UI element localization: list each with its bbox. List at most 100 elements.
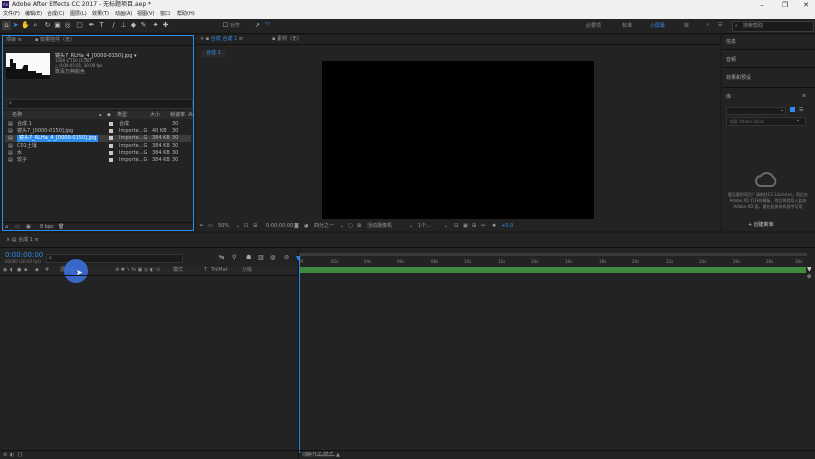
grid-icon[interactable]: ⊞ xyxy=(253,221,257,231)
fit-icon[interactable]: ⊡ xyxy=(244,221,248,231)
list-item[interactable]: ▤ 饺子 Importe...G 384 KB 30 xyxy=(5,157,191,164)
timeline-timecode[interactable]: 0:00:00:00 xyxy=(5,251,43,259)
always-preview-icon[interactable]: ⚭ xyxy=(199,221,203,231)
pan-behind-tool-icon[interactable]: ◎ xyxy=(63,21,72,30)
column-fps[interactable]: 帧速率 xyxy=(170,111,185,119)
pin-tool-icon[interactable]: ✚ xyxy=(161,21,170,30)
column-trkmat[interactable]: TrkMat xyxy=(211,266,228,274)
viewer-timecode[interactable]: 0:00:00:00 xyxy=(266,221,293,231)
eraser-tool-icon[interactable]: ◆ xyxy=(129,21,138,30)
lock-icon[interactable]: ▪ xyxy=(24,266,27,274)
menu-view[interactable]: 视图(V) xyxy=(137,10,154,19)
pen-tool-icon[interactable]: ✒ xyxy=(87,21,96,30)
column-options-icon[interactable]: ⁂ xyxy=(188,111,193,119)
menu-help[interactable]: 帮助(H) xyxy=(177,10,195,19)
snap-checkbox-icon[interactable]: ☐ xyxy=(221,21,230,30)
library-panel-label[interactable]: 库 xyxy=(726,93,731,100)
library-dropdown[interactable] xyxy=(726,107,786,115)
flowchart-icon[interactable]: ⚯ xyxy=(481,221,485,231)
panel-menu-icon[interactable]: ≡ xyxy=(802,93,806,99)
workspace-libraries[interactable]: 库 xyxy=(684,22,689,29)
resolution-dropdown[interactable]: 四分之一 xyxy=(314,221,334,231)
effect-controls-tab[interactable]: ▪ 效果控件（无） xyxy=(35,36,75,45)
comp-marker-bin-icon[interactable]: ▼ xyxy=(807,266,812,273)
puppet-tool-icon[interactable]: ✦ xyxy=(151,21,160,30)
layer-switches-icons[interactable]: ⊕ ✱ ∖ fx ▣ ◎ ◐ ⊙ xyxy=(115,266,160,274)
footage-tab[interactable]: ▪ 素材（无） xyxy=(272,35,302,44)
video-eye-icon[interactable]: ◉ xyxy=(3,266,7,274)
reset-exposure-icon[interactable]: ✹ xyxy=(492,221,496,231)
chevron-down-icon[interactable]: ⌄ xyxy=(444,221,448,231)
roto-brush-tool-icon[interactable]: ✎ xyxy=(139,21,148,30)
timeline-tab[interactable]: × ▤ 合成 1 ≡ xyxy=(6,236,39,245)
column-name[interactable]: 名称 xyxy=(12,111,22,119)
rename-field[interactable]: 镜头7_RLHa_4_[0000-0150].jpg xyxy=(17,135,99,142)
column-parent[interactable]: 父级 xyxy=(242,266,252,274)
shy-layers-icon[interactable]: ☗ xyxy=(246,254,251,261)
layer-switches-pane-icon[interactable]: ⚙ xyxy=(3,451,7,459)
label-icon[interactable]: ◆ xyxy=(35,266,39,274)
zoom-dropdown[interactable]: 50% xyxy=(218,221,229,231)
zoom-out-icon[interactable]: ⊖ xyxy=(305,451,309,459)
list-item[interactable]: ▤ C01土壤 Importe...G 384 KB 30 xyxy=(5,143,191,150)
time-ruler[interactable]: 0f 02s 04s 06s 08s 10s 12s 14s 16s 18s 2… xyxy=(299,259,807,267)
column-type[interactable]: 类型 xyxy=(117,111,127,119)
brush-tool-icon[interactable]: ∕ xyxy=(109,21,118,30)
toggle-pixel-aspect-icon[interactable]: ⊟ xyxy=(454,221,458,231)
camera-dropdown[interactable]: 活动摄像机 xyxy=(367,221,392,231)
modes-pane-icon[interactable]: ◐ xyxy=(10,451,14,459)
hand-tool-icon[interactable]: ✋ xyxy=(21,21,30,30)
frame-blending-icon[interactable]: ▥ xyxy=(258,254,264,261)
clone-stamp-tool-icon[interactable]: ⊥ xyxy=(119,21,128,30)
chevron-down-icon[interactable]: ⌄ xyxy=(780,107,784,113)
info-panel-item[interactable]: 信息 xyxy=(726,38,736,45)
chevron-down-icon[interactable]: ⌄ xyxy=(340,221,344,231)
column-mode[interactable]: 模式 xyxy=(173,266,183,274)
graph-editor-icon[interactable]: ⊘ xyxy=(284,254,289,261)
composition-breadcrumb[interactable]: 合成 1 xyxy=(202,50,225,57)
views-dropdown[interactable]: 1个... xyxy=(418,221,431,231)
snapshot-icon[interactable]: ◙ xyxy=(294,221,299,231)
library-search-input[interactable]: 搜索 Adobe Stock xyxy=(726,117,806,126)
menu-file[interactable]: 文件(F) xyxy=(3,10,20,19)
exposure-value[interactable]: +0.0 xyxy=(501,221,513,231)
motion-blur-icon[interactable]: ◍ xyxy=(270,254,275,261)
new-composition-icon[interactable]: ▣ xyxy=(26,223,31,232)
rotate-tool-icon[interactable]: ↻ xyxy=(43,21,52,30)
composition-viewer[interactable] xyxy=(322,61,594,219)
timeline-icon[interactable]: ⊞ xyxy=(472,221,476,231)
list-item-selected[interactable]: ▤ 镜头7_RLHa_4_[0000-0150].jpg Importe...G… xyxy=(5,135,191,142)
home-icon[interactable]: ⌂ xyxy=(2,21,11,30)
column-size[interactable]: 大小 xyxy=(150,111,160,119)
interpret-footage-icon[interactable]: ⌂ xyxy=(5,223,8,232)
effects-presets-item[interactable]: 效果和预设 xyxy=(726,74,751,81)
menu-window[interactable]: 窗口 xyxy=(160,10,170,19)
snap-option-icon[interactable]: ↗ xyxy=(253,21,262,30)
list-item[interactable]: ▤ 合成 1 合成 30 xyxy=(5,121,191,128)
type-tool-icon[interactable]: T xyxy=(97,21,106,30)
new-folder-icon[interactable]: ▭ xyxy=(15,223,20,232)
search-help-box[interactable]: ⌕ 搜索帮助 xyxy=(732,21,814,32)
snap-edges-icon[interactable]: ⤧ xyxy=(263,21,272,30)
grid-view-icon[interactable] xyxy=(790,107,795,112)
chevron-down-icon[interactable]: ⌄ xyxy=(796,117,800,123)
draft-3d-icon[interactable]: ⚲ xyxy=(232,254,236,261)
chevron-down-icon[interactable]: ⌄ xyxy=(409,221,413,231)
audio-panel-item[interactable]: 音频 xyxy=(726,56,736,63)
more-workspaces-icon[interactable]: » xyxy=(706,22,709,28)
label-column-icon[interactable]: ◆ xyxy=(107,111,111,119)
transparency-grid-icon[interactable]: ⊠ xyxy=(357,221,361,231)
project-search-input[interactable]: ⌕ xyxy=(6,99,193,109)
menu-effect[interactable]: 效果(T) xyxy=(92,10,109,19)
camera-tool-icon[interactable]: ▣ xyxy=(53,21,62,30)
zoom-in-icon[interactable]: ▲ xyxy=(336,451,340,459)
maximize-icon[interactable]: ❐ xyxy=(778,0,792,10)
bpc-label[interactable]: 8 bpc xyxy=(40,223,54,232)
color-channel-icon[interactable]: ◕ xyxy=(304,221,308,231)
menu-layer[interactable]: 图层(L) xyxy=(70,10,87,19)
work-area-bar[interactable] xyxy=(299,267,806,273)
workspace-essentials[interactable]: 必要项 xyxy=(586,22,601,29)
trash-icon[interactable]: 🗑 xyxy=(58,223,64,232)
solo-icon[interactable]: ● xyxy=(17,266,21,274)
composition-tab[interactable]: × ▪ 合成 合成 1 ≡ xyxy=(200,35,243,44)
